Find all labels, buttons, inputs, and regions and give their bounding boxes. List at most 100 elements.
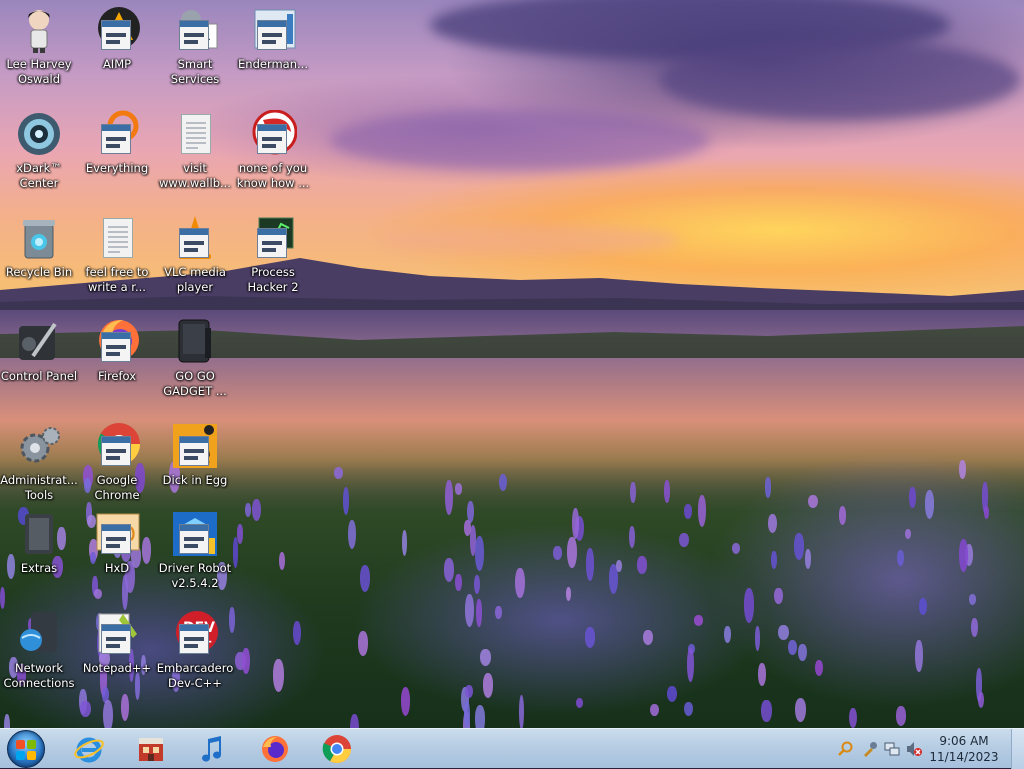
desktop-icon-smart-services[interactable]: … Smart Services: [156, 4, 234, 104]
flower: [333, 467, 344, 479]
egg-app-icon: e: [171, 422, 219, 470]
flower: [777, 625, 789, 641]
desktop-icon-network-connections[interactable]: Network Connections: [0, 608, 78, 708]
taskbar-music[interactable]: [186, 731, 240, 767]
tray-volume[interactable]: [906, 741, 922, 757]
flower: [919, 598, 927, 615]
cloud: [330, 110, 710, 170]
flower: [628, 526, 635, 548]
desktop-icon-label: Smart Services: [170, 57, 220, 86]
flower: [567, 536, 577, 568]
flower: [958, 538, 968, 572]
flower: [575, 697, 583, 709]
flower: [444, 479, 453, 515]
start-button[interactable]: [4, 730, 48, 768]
store-icon: [139, 738, 163, 761]
desktop-icon-label: Dick in Egg: [162, 473, 228, 487]
red-swirl-icon: [249, 110, 297, 158]
text-document-icon: [171, 110, 219, 158]
flower: [455, 574, 462, 592]
flower: [495, 605, 502, 619]
volume-muted-icon: [907, 742, 922, 756]
clock[interactable]: 9:06 AM 11/14/2023: [926, 733, 1002, 765]
desktop-icon-embarcadero-dev-c[interactable]: DEV+ Embarcadero Dev-C++: [156, 608, 234, 708]
search-tray-icon: [838, 741, 853, 756]
notepad-plus-icon: [93, 610, 141, 658]
desktop-icon-firefox[interactable]: Firefox: [78, 316, 156, 416]
tray-tools[interactable]: [862, 741, 878, 757]
recycle-bin-icon: [15, 214, 63, 262]
desktop-icon-vlc-media-player[interactable]: VLC media player: [156, 212, 234, 312]
flower: [754, 626, 760, 651]
desktop-icon-go-go-gadget[interactable]: GO GO GADGET ...: [156, 316, 234, 416]
flower: [518, 695, 524, 728]
flower: [798, 644, 807, 662]
desktop-icon-google-chrome[interactable]: Google Chrome: [78, 420, 156, 520]
desktop-icon-label: Enderman...: [238, 57, 308, 71]
flower: [897, 549, 904, 566]
desktop-icon-extras[interactable]: Extras: [0, 508, 78, 608]
window-app-icon: [249, 6, 297, 54]
flower: [732, 543, 741, 554]
flower: [454, 483, 463, 495]
network-tray-icon: [884, 742, 900, 756]
taskbar-internet-explorer[interactable]: [62, 731, 116, 767]
flower: [630, 482, 636, 503]
flower: [473, 574, 480, 595]
desktop-icon-control-panel[interactable]: Control Panel: [0, 316, 78, 416]
tools-tray-icon: [864, 742, 877, 757]
gadget-icon: [171, 318, 219, 366]
taskbar-chrome[interactable]: [310, 731, 364, 767]
desktop-icon-everything[interactable]: Everything: [78, 108, 156, 208]
admin-tools-gear-icon: [15, 422, 63, 470]
desktop-icon-label: Administrat... Tools: [0, 473, 78, 502]
flower: [909, 487, 916, 508]
desktop-icon-none-of-you-know-how[interactable]: none of you know how ...: [234, 108, 312, 208]
text-document-icon: [93, 214, 141, 262]
desktop-icon-administrat-tools[interactable]: Administrat... Tools: [0, 420, 78, 520]
desktop-icon-notepad[interactable]: Notepad++: [78, 608, 156, 708]
desktop-icon-dick-in-egg[interactable]: e Dick in Egg: [156, 420, 234, 520]
desktop-icon-label: Lee Harvey Oswald: [6, 57, 72, 86]
everything-search-icon: [93, 110, 141, 158]
desktop-icon-process-hacker-2[interactable]: Process Hacker 2: [234, 212, 312, 312]
flower: [358, 631, 368, 657]
desktop-icon-hxd[interactable]: D HxD: [78, 508, 156, 608]
windows-logo-icon: [7, 730, 45, 768]
flower: [552, 545, 563, 560]
desktop-icon-label: Recycle Bin: [5, 265, 73, 279]
taskbar-store[interactable]: [124, 731, 178, 767]
flower: [915, 639, 923, 673]
flower: [814, 659, 823, 676]
tray-network[interactable]: [884, 741, 900, 757]
desktop-icon-feel-free-to-write-a-r[interactable]: feel free to write a r...: [78, 212, 156, 312]
desktop-icon-recycle-bin[interactable]: Recycle Bin: [0, 212, 78, 312]
flower: [402, 530, 408, 556]
flower: [758, 663, 766, 687]
desktop-icon-enderman[interactable]: Enderman...: [234, 4, 312, 104]
desktop-icon-label: Everything: [85, 161, 149, 175]
flower: [686, 647, 694, 682]
desktop-icon-visit-www-wallb[interactable]: visit www.wallb...: [156, 108, 234, 208]
desktop-icon-label: Control Panel: [0, 369, 78, 383]
character-icon: [15, 6, 63, 54]
flower: [649, 704, 659, 717]
show-desktop-button[interactable]: [1011, 729, 1024, 769]
desktop-icon-label: feel free to write a r...: [85, 265, 149, 294]
desktop-icon-driver-robot-v2-5-4-2[interactable]: Driver Robot v2.5.4.2: [156, 508, 234, 608]
flower: [474, 705, 486, 728]
internet-explorer-icon: [74, 737, 104, 763]
control-panel-icon: [15, 318, 63, 366]
desktop-icon-lee-harvey-oswald[interactable]: Lee Harvey Oswald: [0, 4, 78, 104]
desktop-icon-label: xDark™ Center: [16, 161, 62, 190]
desktop-icon-label: Notepad++: [82, 661, 152, 675]
flower: [807, 494, 818, 508]
flower: [498, 473, 507, 491]
network-globe-icon: [15, 610, 63, 658]
desktop-icon-aimp[interactable]: AIMP: [78, 4, 156, 104]
flower: [693, 614, 704, 626]
system-tray: 9:06 AM 11/14/2023: [834, 729, 1024, 769]
desktop-icon-xdark-center[interactable]: xDark™ Center: [0, 108, 78, 208]
tray-search[interactable]: [838, 741, 854, 757]
taskbar-firefox[interactable]: [248, 731, 302, 767]
